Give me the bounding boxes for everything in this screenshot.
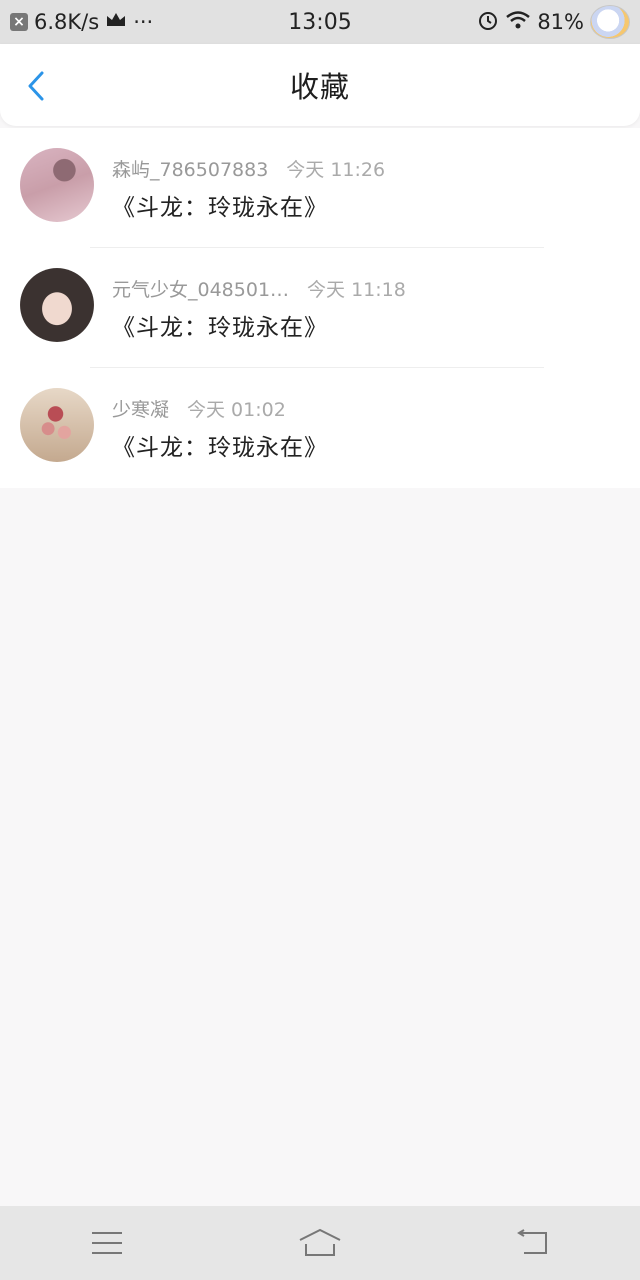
timestamp: 今天 11:26 [286,159,386,181]
avatar[interactable] [20,388,94,462]
more-dots: ··· [133,10,154,34]
back-nav-button[interactable] [503,1223,563,1263]
item-meta: 少寒凝 今天 01:02 [112,395,286,422]
header: 收藏 [0,44,640,126]
battery-level: 81% [537,10,584,34]
favorite-title[interactable]: 《斗龙：玲珑永在》 [112,188,328,222]
favorite-title[interactable]: 《斗龙：玲珑永在》 [112,308,328,342]
crown-icon [105,10,127,34]
list-item[interactable]: 森屿_786507883 今天 11:26 《斗龙：玲珑永在》 [0,128,640,248]
timestamp: 今天 11:18 [307,279,406,301]
item-meta: 森屿_786507883 今天 11:26 [112,155,385,182]
network-speed: 6.8K/s [34,10,100,34]
chevron-left-icon [28,71,44,101]
return-icon [517,1229,548,1254]
avatar[interactable] [20,148,94,222]
status-right: 81% [477,5,630,39]
home-icon [299,1228,341,1256]
avatar[interactable] [20,268,94,342]
alarm-icon [477,9,499,36]
menu-icon [91,1232,122,1254]
home-button[interactable] [290,1223,350,1263]
favorite-title[interactable]: 《斗龙：玲珑永在》 [112,428,328,462]
status-left: × 6.8K/s ··· [10,10,153,34]
mascot-icon [590,5,630,39]
username[interactable]: 森屿_786507883 [112,155,268,182]
close-notification-icon: × [10,13,28,31]
username[interactable]: 元气少女_048501… [112,275,289,302]
favorites-list: 森屿_786507883 今天 11:26 《斗龙：玲珑永在》 元气少女_048… [0,128,640,488]
list-item[interactable]: 元气少女_048501… 今天 11:18 《斗龙：玲珑永在》 [0,248,640,368]
status-bar: × 6.8K/s ··· 13:05 81% [0,0,640,44]
menu-button[interactable] [77,1223,137,1263]
username[interactable]: 少寒凝 [112,395,169,422]
system-nav-bar [0,1206,640,1280]
wifi-icon [505,10,531,35]
screen: × 6.8K/s ··· 13:05 81% 收藏 森屿_786507883 今… [0,0,640,1280]
back-button[interactable] [20,70,52,102]
page-title: 收藏 [289,70,350,104]
timestamp: 今天 01:02 [187,399,286,421]
item-meta: 元气少女_048501… 今天 11:18 [112,275,406,302]
list-item[interactable]: 少寒凝 今天 01:02 《斗龙：玲珑永在》 [0,368,640,488]
